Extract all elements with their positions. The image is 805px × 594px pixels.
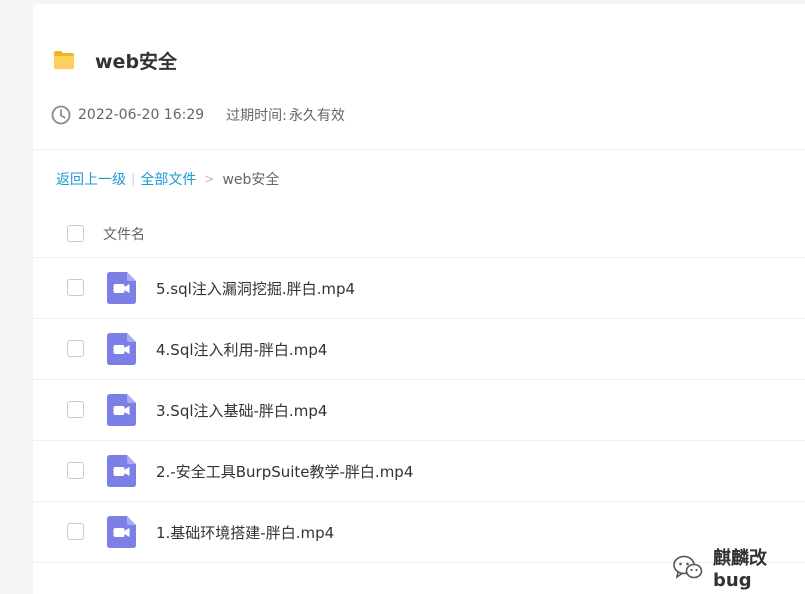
file-name-link[interactable]: 3.Sql注入基础-胖白.mp4 <box>156 400 327 421</box>
file-checkbox[interactable] <box>67 523 84 540</box>
video-file-icon <box>107 394 136 426</box>
breadcrumb-current: web安全 <box>222 172 280 188</box>
file-row[interactable]: 4.Sql注入利用-胖白.mp4 <box>33 319 805 380</box>
file-list-header: 文件名 <box>33 209 805 258</box>
wechat-icon <box>673 555 703 581</box>
watermark-text: 麒麟改bug <box>713 548 767 591</box>
share-meta: 2022-06-20 16:29 过期时间: 永久有效 <box>51 105 345 125</box>
file-name-link[interactable]: 5.sql注入漏洞挖掘.胖白.mp4 <box>156 278 355 299</box>
expire-label: 过期时间: <box>226 108 287 124</box>
video-file-icon <box>107 455 136 487</box>
watermark: 麒麟改bug <box>673 544 805 591</box>
folder-title: web安全 <box>95 50 178 73</box>
back-link[interactable]: 返回上一级 <box>56 169 126 189</box>
folder-header: web安全 <box>53 44 177 76</box>
folder-icon <box>53 50 75 70</box>
file-name-link[interactable]: 2.-安全工具BurpSuite教学-胖白.mp4 <box>156 461 413 482</box>
file-checkbox[interactable] <box>67 462 84 479</box>
column-name-header: 文件名 <box>103 227 145 243</box>
file-name-link[interactable]: 4.Sql注入利用-胖白.mp4 <box>156 339 327 360</box>
video-file-icon <box>107 333 136 365</box>
share-date: 2022-06-20 16:29 <box>78 107 205 123</box>
all-files-link[interactable]: 全部文件 <box>140 169 196 189</box>
select-all-checkbox[interactable] <box>67 225 84 242</box>
breadcrumb: 返回上一级 | 全部文件 > web安全 <box>56 169 279 189</box>
file-checkbox[interactable] <box>67 340 84 357</box>
file-name-link[interactable]: 1.基础环境搭建-胖白.mp4 <box>156 522 334 543</box>
file-checkbox[interactable] <box>67 401 84 418</box>
divider <box>33 149 805 150</box>
file-checkbox[interactable] <box>67 279 84 296</box>
expire-value: 永久有效 <box>288 108 345 124</box>
file-row[interactable]: 3.Sql注入基础-胖白.mp4 <box>33 380 805 441</box>
file-row[interactable]: 5.sql注入漏洞挖掘.胖白.mp4 <box>33 258 805 319</box>
share-panel: web安全 2022-06-20 16:29 过期时间: 永久有效 返回上一级 … <box>33 4 805 594</box>
breadcrumb-separator: | <box>131 171 136 187</box>
clock-icon <box>51 105 71 125</box>
video-file-icon <box>107 272 136 304</box>
breadcrumb-arrow: > <box>204 172 215 186</box>
video-file-icon <box>107 516 136 548</box>
file-row[interactable]: 2.-安全工具BurpSuite教学-胖白.mp4 <box>33 441 805 502</box>
